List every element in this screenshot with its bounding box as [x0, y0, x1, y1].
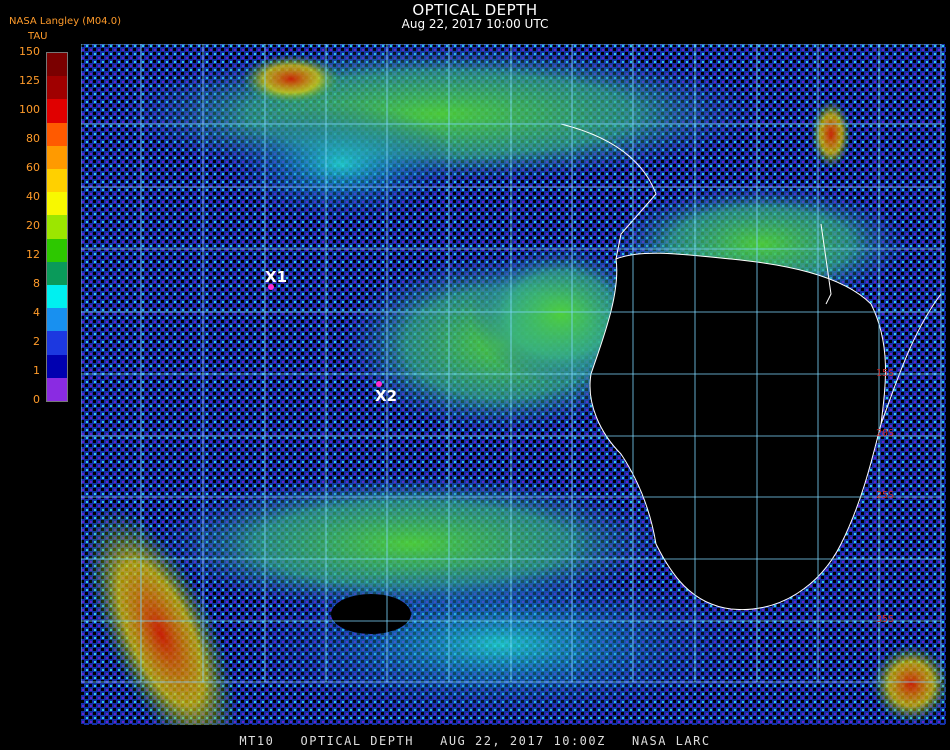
- color-legend: [46, 52, 68, 402]
- legend-swatch: [47, 76, 67, 100]
- map-canvas: [80, 43, 950, 750]
- legend-swatch: [47, 261, 67, 286]
- legend-tick: 4: [33, 306, 40, 319]
- marker-x2-dot: [376, 381, 382, 387]
- source-label: NASA Langley (M04.0): [9, 16, 121, 27]
- map-timestamp: Aug 22, 2017 10:00 UTC: [401, 17, 549, 31]
- legend-tick: 40: [26, 190, 40, 203]
- legend-unit-label: TAU: [28, 31, 48, 42]
- legend-tick: 125: [19, 74, 40, 87]
- legend-swatch: [47, 99, 67, 124]
- legend-swatch: [47, 354, 67, 379]
- legend-swatch: [47, 169, 67, 193]
- legend-tick: 150: [19, 45, 40, 58]
- status-footer: MT10 OPTICAL DEPTH AUG 22, 2017 10:00Z N…: [239, 734, 711, 748]
- legend-swatch: [47, 215, 67, 240]
- legend-tick: 80: [26, 132, 40, 145]
- legend-swatch: [47, 192, 67, 216]
- legend-swatch: [47, 331, 67, 356]
- cloud-swirl: [241, 564, 761, 724]
- legend-tick: 8: [33, 277, 40, 290]
- legend-swatch: [47, 285, 67, 309]
- lat-label-15s: 15S: [876, 368, 895, 379]
- marker-x1-label: X1: [265, 268, 288, 286]
- legend-swatch: [47, 53, 67, 77]
- lat-label-25s: 25S: [876, 490, 895, 501]
- marker-x1-dot: [268, 284, 274, 290]
- optical-depth-map: [80, 43, 950, 750]
- legend-swatch: [47, 308, 67, 332]
- legend-tick: 20: [26, 219, 40, 232]
- legend-tick: 1: [33, 364, 40, 377]
- legend-swatch: [47, 122, 67, 147]
- cloud-patch-nw: [221, 104, 461, 224]
- legend-swatch: [47, 377, 67, 402]
- lat-label-35s: 35S: [876, 614, 895, 625]
- lat-label-20s: 20S: [876, 428, 895, 439]
- legend-tick: 0: [33, 393, 40, 406]
- legend-tick: 2: [33, 335, 40, 348]
- legend-tick: 12: [26, 248, 40, 261]
- clear-eye: [331, 594, 411, 634]
- legend-tick: 60: [26, 161, 40, 174]
- marker-x2-label: X2: [375, 387, 398, 405]
- thick-cloud-ne: [811, 99, 851, 169]
- legend-swatch: [47, 145, 67, 170]
- legend-tick: 100: [19, 103, 40, 116]
- legend-swatch: [47, 238, 67, 263]
